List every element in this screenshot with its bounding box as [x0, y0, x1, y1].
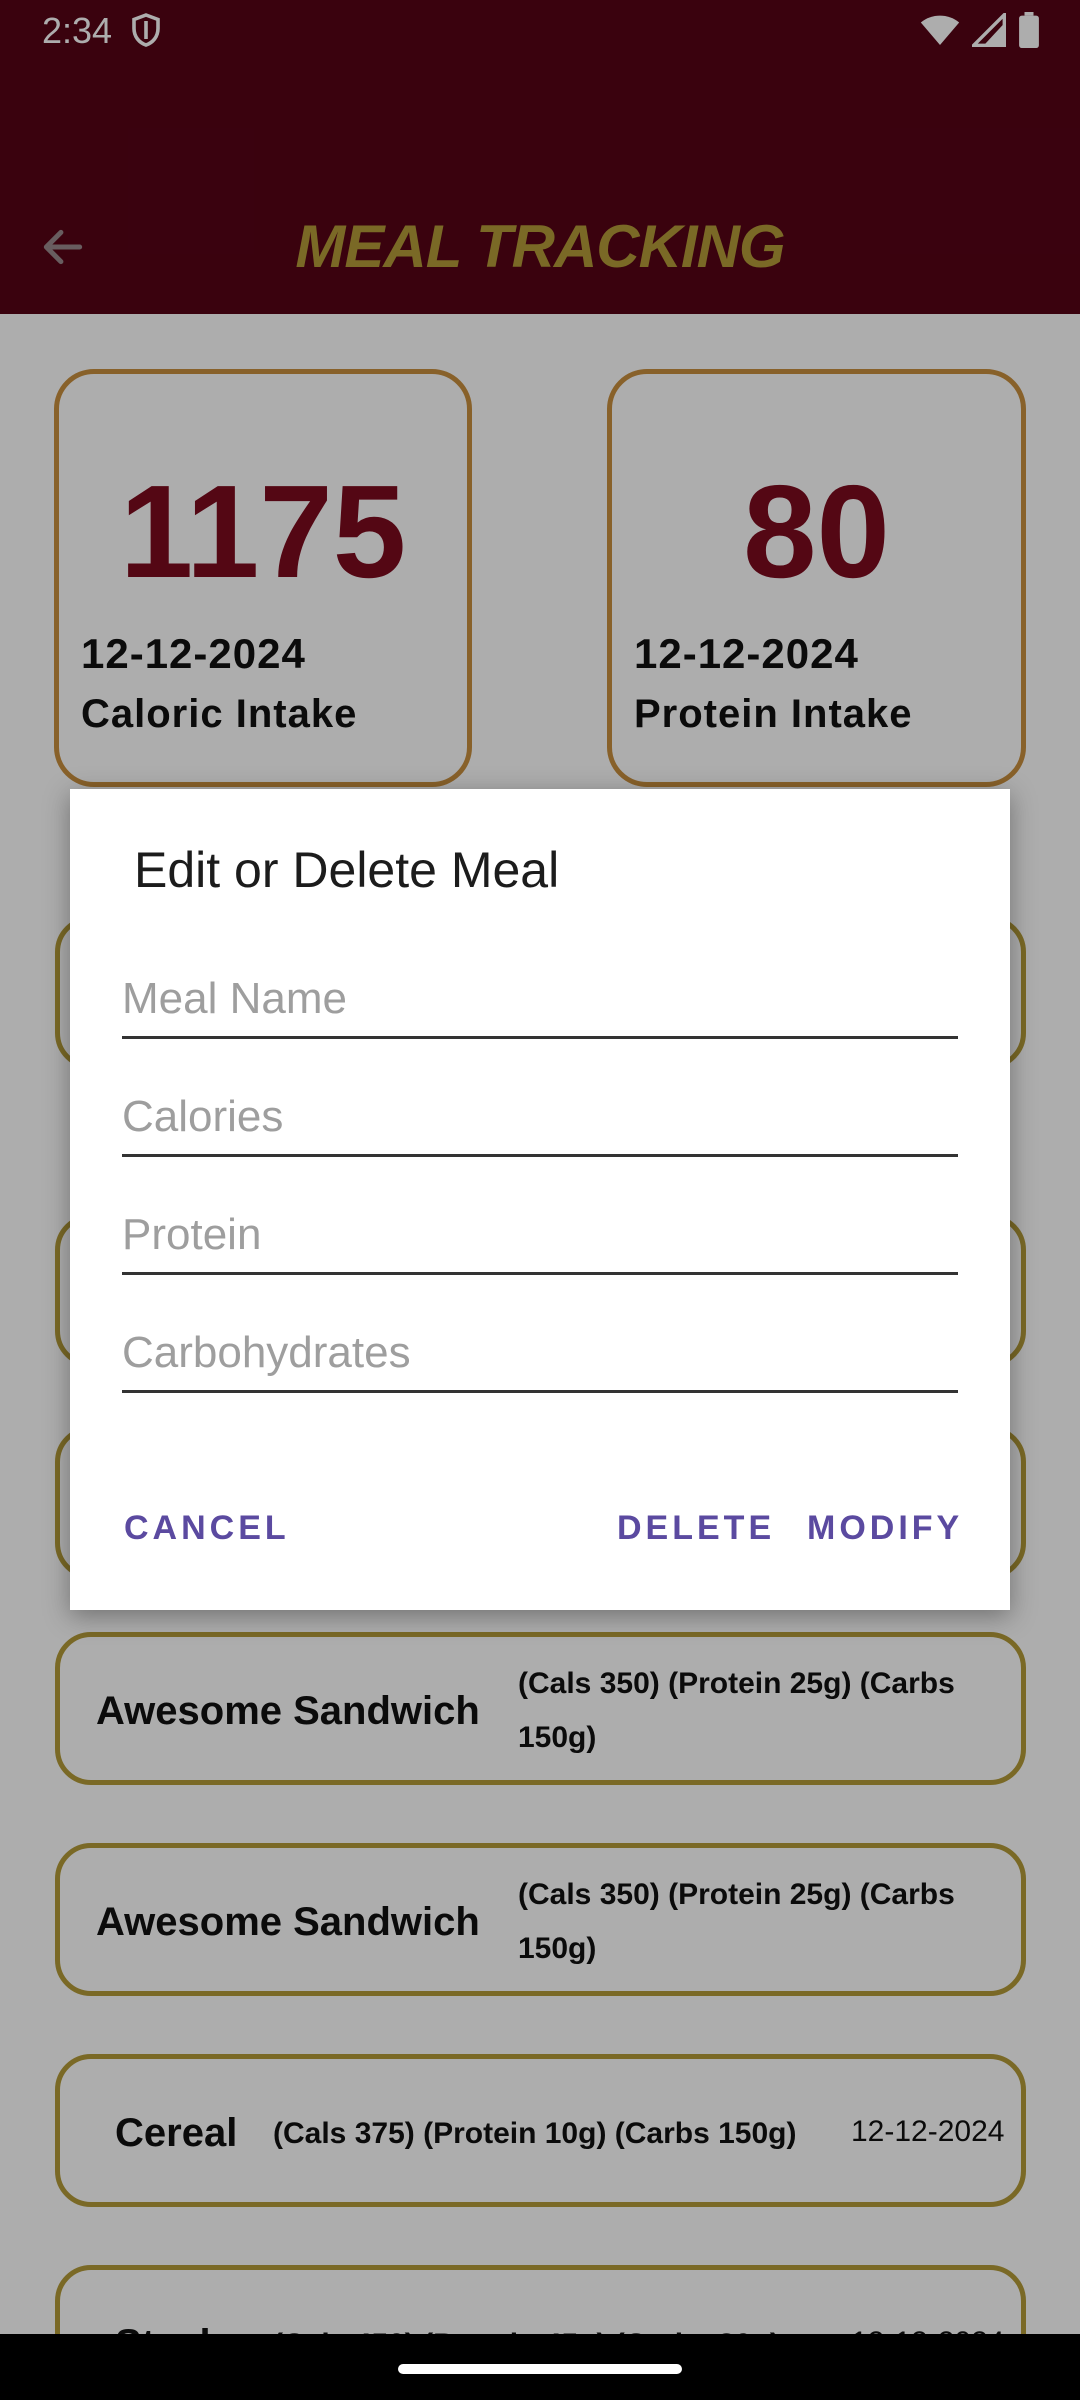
carbohydrates-field[interactable]: [122, 1323, 958, 1393]
protein-field[interactable]: [122, 1205, 958, 1275]
modify-button[interactable]: MODIFY: [807, 1509, 963, 1548]
delete-button[interactable]: DELETE: [617, 1509, 775, 1548]
meal-name-field[interactable]: [122, 969, 958, 1039]
dialog-title: Edit or Delete Meal: [134, 842, 560, 898]
edit-meal-dialog: Edit or Delete Meal CANCEL DELETE MODIFY: [70, 789, 1010, 1610]
home-handle[interactable]: [398, 2364, 682, 2374]
cancel-button[interactable]: CANCEL: [124, 1509, 290, 1548]
calories-field[interactable]: [122, 1087, 958, 1157]
navigation-bar: [0, 2334, 1080, 2400]
